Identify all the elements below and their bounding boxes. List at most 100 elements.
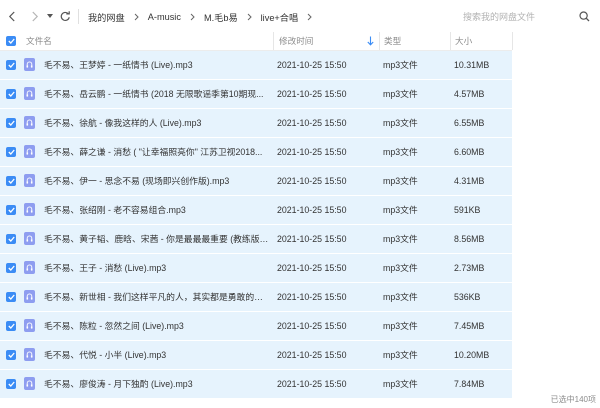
check-icon [7,38,15,44]
file-type: mp3文件 [383,263,418,273]
file-row[interactable]: 毛不易、王子 - 消愁 (Live).mp3 2021-10-25 15:50 mp… [0,254,512,282]
forward-button[interactable] [29,8,41,24]
row-checkbox[interactable] [6,292,16,302]
file-row[interactable]: 毛不易、代悦 - 小半 (Live).mp3 2021-10-25 15:50 mp… [0,341,512,369]
search-icon[interactable] [579,11,590,24]
file-modified: 2021-10-25 15:50 [277,118,347,128]
select-all-checkbox[interactable] [6,36,16,46]
file-row[interactable]: 毛不易、陈粒 - 忽然之间 (Live).mp3 2021-10-25 15:50… [0,312,512,340]
file-row[interactable]: 毛不易、廖俊涛 - 月下独酌 (Live).mp3 2021-10-25 15:5… [0,370,512,398]
dropdown-arrow-icon [46,14,53,18]
column-header-name[interactable]: 文件名 [26,32,52,50]
check-icon [7,207,15,213]
file-type: mp3文件 [383,205,418,215]
file-row[interactable]: 毛不易、薛之谦 - 消愁 ( "让幸福照亮你" 江苏卫视2018... 2021-… [0,138,512,166]
music-file-icon [24,145,35,158]
file-name: 毛不易、黄子韬、鹿晗、宋茜 - 你是最最最重要 (教练版).m... [44,234,270,244]
file-name: 毛不易、王子 - 消愁 (Live).mp3 [44,263,167,273]
column-divider[interactable] [379,32,380,50]
file-type: mp3文件 [383,234,418,244]
file-size: 4.57MB [454,89,485,99]
column-divider[interactable] [450,32,451,50]
file-row[interactable]: 毛不易、伊一 - 思念不易 (现场即兴创作版).mp3 2021-10-25 15… [0,167,512,195]
file-size: 2.73MB [454,263,485,273]
chevron-right-icon [134,13,139,21]
chevron-right-icon [190,13,195,21]
file-modified: 2021-10-25 15:50 [277,60,347,70]
file-name: 毛不易、岳云鹏 - 一纸情书 (2018 无限歌谣季第10期现... [44,89,264,99]
file-modified: 2021-10-25 15:50 [277,379,347,389]
row-checkbox[interactable] [6,234,16,244]
sort-arrow-icon[interactable] [367,36,374,48]
row-checkbox[interactable] [6,147,16,157]
file-name: 毛不易、新世相 - 我们这样平凡的人，其实都是勇敢的人... [44,292,270,302]
file-type: mp3文件 [383,379,418,389]
file-name: 毛不易、代悦 - 小半 (Live).mp3 [44,350,167,360]
empty-area [512,51,600,391]
row-checkbox[interactable] [6,263,16,273]
check-icon [7,62,15,68]
file-row[interactable]: 毛不易、王梦婷 - 一纸情书 (Live).mp3 2021-10-25 15:5… [0,51,512,79]
column-header-size[interactable]: 大小 [455,32,472,50]
file-name: 毛不易、张绍刚 - 老不容易组合.mp3 [44,205,186,215]
check-icon [7,91,15,97]
file-size: 536KB [454,292,481,302]
column-divider[interactable] [273,32,274,50]
history-dropdown-button[interactable] [45,8,54,24]
file-modified: 2021-10-25 15:50 [277,350,347,360]
back-button[interactable] [5,8,19,24]
file-size: 10.31MB [454,60,490,70]
check-icon [7,265,15,271]
row-checkbox[interactable] [6,205,16,215]
file-row[interactable]: 毛不易、新世相 - 我们这样平凡的人，其实都是勇敢的人... 2021-10-25… [0,283,512,311]
file-modified: 2021-10-25 15:50 [277,234,347,244]
row-checkbox[interactable] [6,350,16,360]
file-size: 10.20MB [454,350,490,360]
file-name: 毛不易、徐航 - 像我这样的人 (Live).mp3 [44,118,202,128]
nav-divider [78,9,79,24]
selection-status: 已选中140项 [550,395,596,404]
music-file-icon [24,232,35,245]
music-file-icon [24,377,35,390]
row-checkbox[interactable] [6,89,16,99]
check-icon [7,149,15,155]
row-checkbox[interactable] [6,60,16,70]
search-input[interactable] [456,11,576,22]
file-type: mp3文件 [383,350,418,360]
file-row[interactable]: 毛不易、黄子韬、鹿晗、宋茜 - 你是最最最重要 (教练版).m... 2021-1… [0,225,512,253]
file-type: mp3文件 [383,292,418,302]
breadcrumb: 我的网盘 A-music M.毛b易 live+合唱 [88,8,321,25]
back-arrow-icon [8,11,15,21]
breadcrumb-item-3[interactable]: live+合唱 [261,10,299,24]
column-header-modified[interactable]: 修改时间 [279,32,313,50]
file-row[interactable]: 毛不易、张绍刚 - 老不容易组合.mp3 2021-10-25 15:50 mp3文… [0,196,512,224]
file-name: 毛不易、陈粒 - 忽然之间 (Live).mp3 [44,321,184,331]
row-checkbox[interactable] [6,379,16,389]
file-modified: 2021-10-25 15:50 [277,147,347,157]
file-size: 6.60MB [454,147,485,157]
refresh-button[interactable] [58,8,72,24]
music-file-icon [24,174,35,187]
refresh-icon [60,10,70,21]
breadcrumb-item-2[interactable]: M.毛b易 [204,10,238,24]
file-name: 毛不易、薛之谦 - 消愁 ( "让幸福照亮你" 江苏卫视2018... [44,147,263,157]
row-checkbox[interactable] [6,321,16,331]
chevron-right-icon [247,13,252,21]
column-header-type[interactable]: 类型 [384,32,401,50]
file-modified: 2021-10-25 15:50 [277,321,347,331]
breadcrumb-item-0[interactable]: 我的网盘 [88,10,125,24]
file-type: mp3文件 [383,321,418,331]
row-checkbox[interactable] [6,176,16,186]
row-checkbox[interactable] [6,118,16,128]
music-file-icon [24,87,35,100]
check-icon [7,352,15,358]
column-divider[interactable] [512,32,513,50]
file-type: mp3文件 [383,89,418,99]
search-box [456,7,599,26]
music-file-icon [24,58,35,71]
breadcrumb-item-1[interactable]: A-music [148,12,181,22]
file-row[interactable]: 毛不易、徐航 - 像我这样的人 (Live).mp3 2021-10-25 15:… [0,109,512,137]
file-row[interactable]: 毛不易、岳云鹏 - 一纸情书 (2018 无限歌谣季第10期现... 2021-1… [0,80,512,108]
file-size: 4.31MB [454,176,485,186]
file-type: mp3文件 [383,176,418,186]
